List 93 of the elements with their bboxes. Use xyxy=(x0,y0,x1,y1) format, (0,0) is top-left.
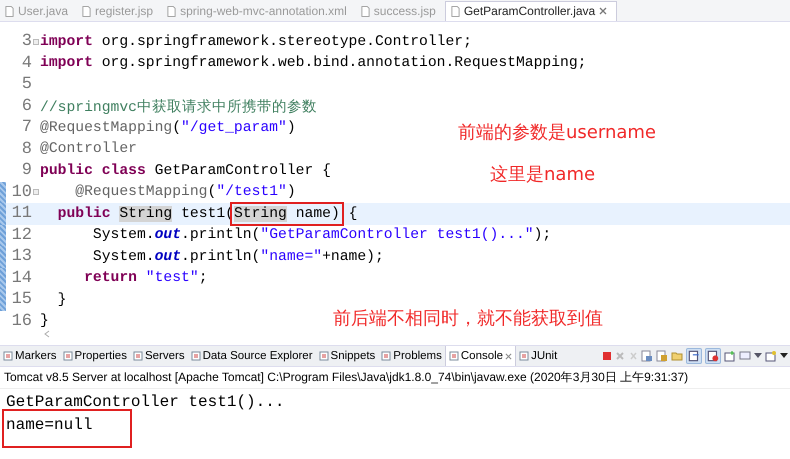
caret-icon[interactable] xyxy=(780,353,788,359)
code-text: System. xyxy=(92,227,155,244)
view-icon xyxy=(318,351,329,361)
new-console-icon[interactable] xyxy=(724,350,736,362)
string-literal: "name=" xyxy=(260,248,322,265)
code-text: test1( xyxy=(181,206,234,222)
code-text: .println( xyxy=(181,248,260,265)
code-text: GetParamController { xyxy=(154,162,331,179)
view-tab[interactable]: Servers xyxy=(130,346,188,366)
view-icon xyxy=(381,351,392,361)
display-console-icon[interactable] xyxy=(705,348,721,364)
view-tab[interactable]: Properties xyxy=(60,346,130,366)
line-number: 10 xyxy=(10,182,32,202)
code-text: ); xyxy=(534,227,552,244)
line-number: 13 xyxy=(10,247,32,266)
file-icon xyxy=(167,6,176,16)
folder-icon[interactable] xyxy=(671,350,683,362)
view-icon xyxy=(132,351,143,361)
line-number: 7 xyxy=(20,118,32,138)
code-text: org.springframework.stereotype.Controller; xyxy=(102,34,472,50)
monitor-icon[interactable] xyxy=(739,350,751,362)
annotation: @RequestMapping xyxy=(75,184,208,200)
file-icon xyxy=(5,6,14,16)
keyword: class xyxy=(102,162,146,179)
line-number: 14 xyxy=(10,268,32,288)
code-text: name) xyxy=(296,206,340,222)
keyword: import xyxy=(40,34,93,50)
annotation-note: 前后端不相同时，就不能获取到值 xyxy=(333,307,603,330)
view-tab[interactable]: Console xyxy=(444,346,516,366)
string-literal: "/test1" xyxy=(216,184,287,200)
console-header: Tomcat v8.5 Server at localhost [Apache Tomcat] C:\Program Files\Java\jdk1.8.0_74\bin\javaw.exe (2020年3月30日 上午9:31:37) xyxy=(0,367,790,389)
code-text: ) xyxy=(286,184,296,200)
string-literal: "/get_param" xyxy=(181,120,287,136)
line-number: 5 xyxy=(20,75,32,94)
line-number: 16 xyxy=(10,312,32,331)
string-literal: "GetParamController test1()..." xyxy=(260,227,534,244)
line-number: 8 xyxy=(20,140,32,159)
file-icon xyxy=(82,6,92,16)
document-icon[interactable] xyxy=(656,350,668,362)
view-icon xyxy=(190,351,201,361)
view-tab[interactable]: Problems xyxy=(378,346,445,366)
annotation: @RequestMapping xyxy=(40,120,172,136)
caret-icon[interactable] xyxy=(754,353,762,359)
code-text: ( xyxy=(172,120,182,136)
line-number: 3 xyxy=(20,32,32,52)
static-field: out xyxy=(154,227,182,244)
new-document-icon[interactable] xyxy=(765,350,777,362)
code-text: } xyxy=(58,292,66,308)
view-tab[interactable]: Snippets xyxy=(316,346,378,366)
close-icon[interactable] xyxy=(599,7,608,15)
code-text: ( xyxy=(207,184,216,200)
code-text: org.springframework.web.bind.annotation.RequestMapping; xyxy=(102,55,586,72)
code-text: .println( xyxy=(181,227,260,244)
line-number: 6 xyxy=(20,96,32,116)
line-number: 12 xyxy=(10,226,32,245)
annotation: @Controller xyxy=(40,141,137,158)
view-icon xyxy=(519,351,530,361)
code-text: ; xyxy=(198,270,208,286)
editor-tab[interactable]: GetParamController.java xyxy=(444,1,618,21)
highlighted-word: String xyxy=(119,206,172,222)
file-icon xyxy=(360,6,370,16)
view-tab[interactable]: JUnit xyxy=(516,346,560,366)
line-number: 4 xyxy=(20,54,32,73)
view-icon xyxy=(62,351,73,361)
keyword: import xyxy=(40,55,93,72)
code-comment: //springmvc中获取请求中所携带的参数 xyxy=(40,100,317,116)
view-tab[interactable]: Data Source Explorer xyxy=(188,346,316,366)
view-icon xyxy=(3,351,13,361)
console-output-line: GetParamController test1()... xyxy=(5,392,286,413)
keyword: return xyxy=(84,270,137,286)
static-field: out xyxy=(154,248,182,265)
view-tab[interactable]: Markers xyxy=(0,346,60,366)
code-text: } xyxy=(40,313,49,330)
string-literal: "test" xyxy=(146,270,199,286)
line-number: 15 xyxy=(10,290,32,310)
line-number: 9 xyxy=(20,161,32,180)
code-text: ) xyxy=(286,120,296,136)
annotation-note: 前端的参数是username xyxy=(458,121,656,144)
keyword: public xyxy=(40,162,93,179)
code-text: { xyxy=(348,206,358,222)
code-text: +name); xyxy=(322,248,384,265)
keyword: public xyxy=(58,206,111,222)
annotation-note: 这里是name xyxy=(490,163,596,186)
line-number: 11 xyxy=(10,204,32,224)
highlighted-word: String xyxy=(234,206,287,222)
scroll-left-icon[interactable] xyxy=(44,330,50,338)
code-text: System. xyxy=(92,248,155,265)
stop-icon[interactable] xyxy=(602,351,612,361)
close-icon[interactable] xyxy=(505,352,512,360)
view-icon xyxy=(448,351,459,361)
document-icon[interactable] xyxy=(641,350,653,362)
file-icon xyxy=(450,6,460,16)
console-output-line: name=null xyxy=(4,411,130,446)
